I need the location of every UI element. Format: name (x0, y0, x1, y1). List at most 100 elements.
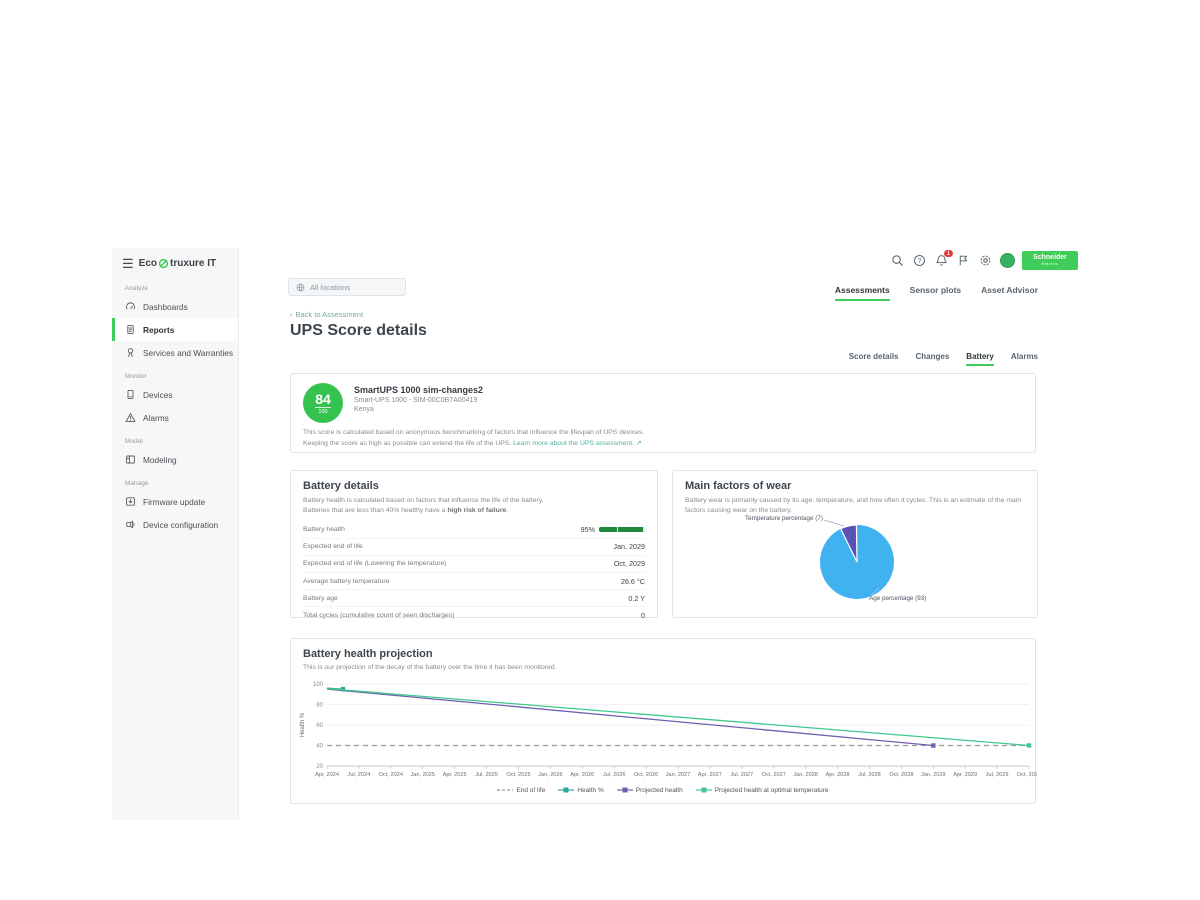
svg-text:Oct, 2029: Oct, 2029 (1017, 772, 1037, 778)
battery-detail-row: Expected end of life (Lowering the tempe… (303, 556, 645, 573)
back-link[interactable]: ‹ Back to Assessment (290, 310, 363, 319)
battery-detail-value: Oct, 2029 (614, 559, 645, 568)
svg-text:Apr, 2027: Apr, 2027 (698, 772, 722, 778)
svg-text:Jul, 2025: Jul, 2025 (475, 772, 498, 778)
device-name: SmartUPS 1000 sim-changes2 (354, 385, 483, 395)
svg-text:Jul, 2029: Jul, 2029 (986, 772, 1009, 778)
search-icon[interactable] (890, 253, 905, 268)
modeling-icon (125, 454, 136, 465)
sidebar-item-label: Device configuration (143, 520, 218, 530)
battery-detail-value-text: 26.6 °C (621, 577, 645, 586)
svg-text:60: 60 (316, 723, 323, 729)
sidebar-header: ☰ Eco truxure IT (112, 248, 238, 276)
tab-sensor-plots[interactable]: Sensor plots (910, 285, 961, 301)
external-link-icon: ↗ (636, 440, 642, 447)
score-description: This score is calculated based on anonym… (303, 428, 1023, 449)
score-card: 84 100 SmartUPS 1000 sim-changes2 Smart-… (290, 373, 1036, 453)
main-area: ? 1 Schneider Electric All locations Ass… (238, 248, 1088, 820)
score-card-header: 84 100 SmartUPS 1000 sim-changes2 Smart-… (303, 383, 1023, 423)
menu-icon[interactable]: ☰ (122, 257, 134, 270)
battery-desc-line2-prefix: Batteries that are less than 40% healthy… (303, 507, 447, 514)
battery-detail-row: Total cycles (cumulative count of seen d… (303, 607, 645, 623)
sidebar-item-devices[interactable]: Devices (112, 383, 238, 406)
sidebar-item-firmware-update[interactable]: Firmware update (112, 490, 238, 513)
sub-tabs: Score details Changes Battery Alarms (849, 352, 1038, 366)
battery-detail-row: Average battery temperature 26.6 °C (303, 573, 645, 590)
subtab-changes[interactable]: Changes (916, 352, 950, 366)
svg-text:20: 20 (316, 764, 323, 770)
health-projection-chart: 20406080100Apr, 2024Jul, 2024Oct, 2024Ja… (297, 676, 1037, 784)
svg-text:Jul, 2028: Jul, 2028 (858, 772, 881, 778)
svg-text:?: ? (918, 258, 922, 265)
battery-detail-label: Battery age (303, 595, 338, 602)
learn-more-text: Learn more about the UPS assessment. (513, 440, 634, 447)
battery-details-rows: Battery health95%Expected end of lifeJan… (303, 521, 645, 623)
location-filter[interactable]: All locations (288, 278, 406, 296)
svg-text:Jan, 2026: Jan, 2026 (538, 772, 563, 778)
sidebar-item-services-and-warranties[interactable]: Services and Warranties (112, 341, 238, 364)
brand-sub: Electric (1041, 262, 1058, 266)
sidebar-item-dashboards[interactable]: Dashboards (112, 295, 238, 318)
legend-item-end-of-life: End of life (497, 786, 545, 794)
location-filter-label: All locations (310, 283, 350, 292)
sidebar-item-reports[interactable]: Reports (112, 318, 238, 341)
tab-assessments[interactable]: Assessments (835, 285, 890, 301)
svg-text:Apr, 2024: Apr, 2024 (315, 772, 339, 778)
battery-detail-value: Jan, 2029 (613, 542, 645, 551)
battery-details-title: Battery details (303, 480, 645, 492)
reports-icon (125, 324, 136, 335)
battery-detail-label: Battery health (303, 526, 345, 533)
battery-health-bar-fill (599, 527, 643, 532)
battery-desc-line2-bold: high risk of failure (447, 507, 506, 514)
logo-text-prefix: Eco (139, 258, 157, 269)
legend-label: Projected health at optimal temperature (715, 787, 829, 794)
settings-gear-icon[interactable] (978, 253, 993, 268)
help-icon[interactable]: ? (912, 253, 927, 268)
subtab-score-details[interactable]: Score details (849, 352, 899, 366)
sidebar-nav: AnalyzeDashboardsReportsServices and War… (112, 276, 238, 536)
svg-text:Apr, 2026: Apr, 2026 (570, 772, 594, 778)
back-link-label: Back to Assessment (296, 310, 364, 319)
subtab-alarms[interactable]: Alarms (1011, 352, 1038, 366)
wear-factors-title: Main factors of wear (685, 480, 1025, 492)
health-projection-title: Battery health projection (303, 648, 1023, 660)
sidebar-item-modeling[interactable]: Modeling (112, 448, 238, 471)
sidebar-item-label: Alarms (143, 413, 169, 423)
topbar-actions: ? 1 Schneider Electric (890, 251, 1078, 270)
battery-detail-row: Battery health95% (303, 521, 645, 538)
chevron-left-icon: ‹ (290, 310, 293, 319)
svg-text:Oct, 2024: Oct, 2024 (379, 772, 403, 778)
sidebar-section-label: Analyze (112, 276, 238, 295)
svg-text:Oct, 2028: Oct, 2028 (889, 772, 913, 778)
svg-text:Apr, 2025: Apr, 2025 (443, 772, 467, 778)
svg-text:Oct, 2027: Oct, 2027 (762, 772, 786, 778)
svg-text:Oct, 2025: Oct, 2025 (506, 772, 530, 778)
health-projection-panel: Battery health projection This is our pr… (290, 638, 1036, 804)
device-location: Kenya (354, 406, 483, 413)
svg-text:Apr, 2028: Apr, 2028 (826, 772, 850, 778)
learn-more-link[interactable]: Learn more about the UPS assessment. ↗ (513, 440, 642, 447)
subtab-battery[interactable]: Battery (966, 352, 994, 366)
primary-tabs: Assessments Sensor plots Asset Advisor (835, 285, 1038, 301)
battery-detail-value-text: 0 (641, 611, 645, 620)
notifications-icon[interactable]: 1 (934, 253, 949, 268)
health-projection-description: This is our projection of the decay of t… (303, 663, 1023, 673)
legend-label: End of life (516, 787, 545, 794)
pie-label-age: Age percentage (93) (869, 595, 926, 602)
battery-detail-value-text: 0.2 Y (628, 594, 645, 603)
sidebar-item-device-configuration[interactable]: Device configuration (112, 513, 238, 536)
device-model: Smart-UPS 1000 - SIM-00C0B7A00419 (354, 397, 483, 404)
battery-detail-value-text: Jan, 2029 (613, 542, 645, 551)
sidebar-item-label: Modeling (143, 455, 177, 465)
sidebar-item-alarms[interactable]: Alarms (112, 406, 238, 429)
battery-detail-value: 0.2 Y (628, 594, 645, 603)
user-avatar[interactable] (1000, 253, 1015, 268)
feedback-icon[interactable] (956, 253, 971, 268)
notification-badge: 1 (944, 250, 953, 257)
battery-detail-label: Average battery temperature (303, 578, 389, 585)
battery-desc-line1: Battery health is calculated based on fa… (303, 497, 544, 504)
sidebar: ☰ Eco truxure IT AnalyzeDashboardsReport… (112, 248, 239, 820)
services-icon (125, 347, 136, 358)
legend-item-projected-health-at-optimal-temperature: Projected health at optimal temperature (696, 786, 829, 794)
tab-asset-advisor[interactable]: Asset Advisor (981, 285, 1038, 301)
